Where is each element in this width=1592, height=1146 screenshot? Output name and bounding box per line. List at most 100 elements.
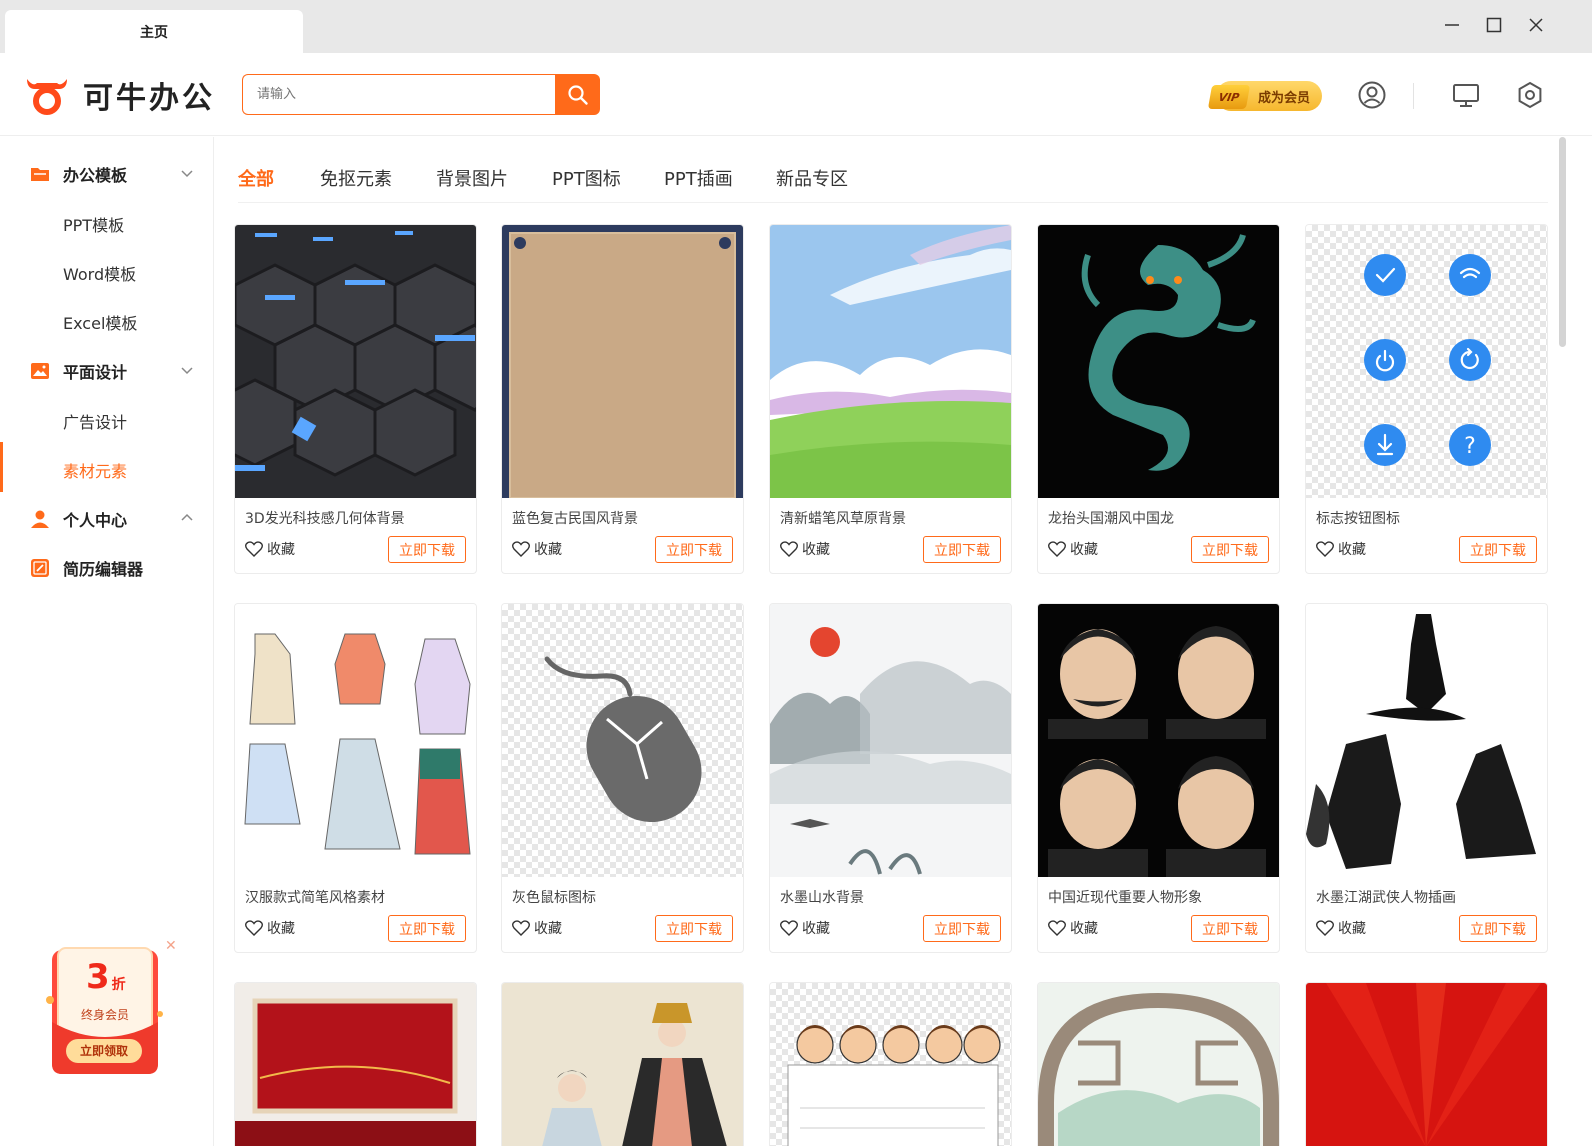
- sidebar-group-resume-editor[interactable]: 简历编辑器: [30, 556, 194, 580]
- material-card[interactable]: [501, 982, 744, 1146]
- tab-new-products[interactable]: 新品专区: [776, 165, 848, 191]
- card-thumbnail[interactable]: [1306, 604, 1547, 877]
- title-bar: 主页: [0, 0, 1592, 53]
- card-thumbnail[interactable]: [1038, 225, 1279, 498]
- promo-coupon[interactable]: 3 折 终身会员 立即领取: [40, 942, 180, 1082]
- download-button[interactable]: 立即下载: [655, 536, 733, 563]
- download-button[interactable]: 立即下载: [1459, 915, 1537, 942]
- minimize-icon[interactable]: [1441, 14, 1463, 36]
- card-title[interactable]: 清新蜡笔风草原背景: [780, 508, 906, 528]
- settings-icon[interactable]: [1514, 79, 1546, 111]
- material-card[interactable]: 中国近现代重要人物形象 收藏 立即下载: [1037, 603, 1280, 953]
- favorite-button[interactable]: 收藏: [1316, 539, 1366, 559]
- card-thumbnail[interactable]: [502, 604, 743, 877]
- card-title[interactable]: 龙抬头国潮风中国龙: [1048, 508, 1174, 528]
- search-box[interactable]: [242, 74, 555, 115]
- logo[interactable]: 可牛办公: [23, 73, 215, 117]
- user-icon[interactable]: [1356, 79, 1388, 111]
- favorite-button[interactable]: 收藏: [1048, 539, 1098, 559]
- card-title[interactable]: 3D发光科技感几何体背景: [245, 508, 405, 528]
- folder-icon: [31, 168, 49, 181]
- search-button[interactable]: [555, 74, 600, 115]
- download-button[interactable]: 立即下载: [655, 915, 733, 942]
- tab-background-images[interactable]: 背景图片: [436, 165, 508, 191]
- material-card[interactable]: 灰色鼠标图标 收藏 立即下载: [501, 603, 744, 953]
- card-thumbnail[interactable]: [235, 225, 476, 498]
- scrollbar[interactable]: [1559, 137, 1566, 347]
- material-card[interactable]: 清新蜡笔风草原背景 收藏 立即下载: [769, 224, 1012, 574]
- card-thumbnail[interactable]: [1038, 983, 1279, 1146]
- material-card[interactable]: 汉服款式简笔风格素材 收藏 立即下载: [234, 603, 477, 953]
- tab-all[interactable]: 全部: [238, 165, 274, 230]
- card-thumbnail[interactable]: [235, 604, 476, 877]
- tab-ppt-illustrations[interactable]: PPT插画: [664, 165, 733, 191]
- material-card[interactable]: 水墨山水背景 收藏 立即下载: [769, 603, 1012, 953]
- favorite-button[interactable]: 收藏: [780, 918, 830, 938]
- favorite-label: 收藏: [802, 542, 830, 558]
- heart-icon: [1316, 541, 1334, 557]
- card-thumbnail[interactable]: [502, 983, 743, 1146]
- sidebar: 办公模板 PPT模板 Word模板 Excel模板 平面设计 广告设计 素材元素…: [0, 137, 214, 1146]
- sidebar-group-graphic-design[interactable]: 平面设计: [30, 359, 194, 383]
- tab-ppt-icons[interactable]: PPT图标: [552, 165, 621, 191]
- card-thumbnail[interactable]: [502, 225, 743, 498]
- card-title[interactable]: 中国近现代重要人物形象: [1048, 887, 1202, 907]
- card-title[interactable]: 水墨山水背景: [780, 887, 864, 907]
- sidebar-group-personal-center[interactable]: 个人中心: [30, 507, 194, 531]
- heart-icon: [245, 920, 263, 936]
- material-card[interactable]: 蓝色复古民国风背景 收藏 立即下载: [501, 224, 744, 574]
- card-title[interactable]: 水墨江湖武侠人物插画: [1316, 887, 1456, 907]
- card-thumbnail[interactable]: [1306, 983, 1547, 1146]
- favorite-button[interactable]: 收藏: [512, 539, 562, 559]
- tab-cutout-elements[interactable]: 免抠元素: [320, 165, 392, 191]
- card-title[interactable]: 灰色鼠标图标: [512, 887, 596, 907]
- favorite-button[interactable]: 收藏: [245, 918, 295, 938]
- card-thumbnail[interactable]: ?: [1306, 225, 1547, 498]
- download-button[interactable]: 立即下载: [923, 915, 1001, 942]
- sidebar-group-label: 平面设计: [63, 363, 128, 382]
- material-card[interactable]: 3D发光科技感几何体背景 收藏 立即下载: [234, 224, 477, 574]
- sidebar-item-excel-templates[interactable]: Excel模板: [63, 310, 137, 334]
- download-button[interactable]: 立即下载: [1191, 536, 1269, 563]
- close-icon[interactable]: [1525, 14, 1547, 36]
- heart-icon: [1048, 920, 1066, 936]
- chevron-down-icon: [181, 367, 193, 375]
- card-thumbnail[interactable]: [770, 983, 1011, 1146]
- favorite-button[interactable]: 收藏: [512, 918, 562, 938]
- material-card[interactable]: [1037, 982, 1280, 1146]
- material-card[interactable]: [769, 982, 1012, 1146]
- download-button[interactable]: 立即下载: [923, 536, 1001, 563]
- download-button[interactable]: 立即下载: [388, 536, 466, 563]
- card-thumbnail[interactable]: [770, 225, 1011, 498]
- material-card[interactable]: 龙抬头国潮风中国龙 收藏 立即下载: [1037, 224, 1280, 574]
- become-member-button[interactable]: VIP 成为会员: [1207, 81, 1322, 111]
- card-title[interactable]: 汉服款式简笔风格素材: [245, 887, 385, 907]
- monitor-icon[interactable]: [1450, 79, 1482, 111]
- material-card[interactable]: [234, 982, 477, 1146]
- favorite-button[interactable]: 收藏: [245, 539, 295, 559]
- sidebar-item-word-templates[interactable]: Word模板: [63, 261, 136, 285]
- material-card[interactable]: 水墨江湖武侠人物插画 收藏 立即下载: [1305, 603, 1548, 953]
- heart-icon: [1316, 920, 1334, 936]
- card-thumbnail[interactable]: [770, 604, 1011, 877]
- sidebar-item-ppt-templates[interactable]: PPT模板: [63, 212, 124, 236]
- download-button[interactable]: 立即下载: [1191, 915, 1269, 942]
- card-title[interactable]: 蓝色复古民国风背景: [512, 508, 638, 528]
- download-button[interactable]: 立即下载: [388, 915, 466, 942]
- favorite-button[interactable]: 收藏: [780, 539, 830, 559]
- maximize-icon[interactable]: [1483, 14, 1505, 36]
- material-card[interactable]: [1305, 982, 1548, 1146]
- tab-home[interactable]: 主页: [5, 10, 303, 53]
- sidebar-item-ad-design[interactable]: 广告设计: [63, 409, 127, 433]
- promo-claim-button[interactable]: 立即领取: [66, 1042, 142, 1059]
- card-title[interactable]: 标志按钮图标: [1316, 508, 1400, 528]
- material-card[interactable]: ? 标志按钮图标 收藏 立即下载: [1305, 224, 1548, 574]
- sidebar-group-office-templates[interactable]: 办公模板: [30, 162, 194, 186]
- card-thumbnail[interactable]: [1038, 604, 1279, 877]
- favorite-button[interactable]: 收藏: [1316, 918, 1366, 938]
- favorite-button[interactable]: 收藏: [1048, 918, 1098, 938]
- sidebar-item-material-elements[interactable]: 素材元素: [63, 458, 127, 482]
- card-thumbnail[interactable]: [235, 983, 476, 1146]
- download-button[interactable]: 立即下载: [1459, 536, 1537, 563]
- search-input[interactable]: [243, 75, 555, 114]
